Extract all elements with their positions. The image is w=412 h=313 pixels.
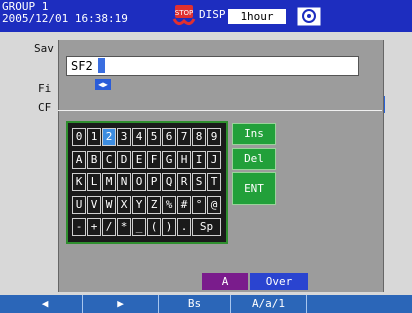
keyboard-key[interactable]: 4 (132, 128, 146, 146)
keyboard-key[interactable]: R (177, 173, 191, 191)
keyboard-key[interactable]: L (87, 173, 101, 191)
keyboard-key[interactable]: B (87, 150, 101, 169)
backspace-softkey[interactable]: Bs (158, 295, 230, 313)
interval-indicator: 1hour (228, 9, 286, 24)
cf-setting-label: CF (38, 101, 52, 114)
keyboard-key[interactable]: W (102, 195, 116, 214)
keyboard-key[interactable]: X (117, 195, 131, 214)
keyboard-key[interactable]: 2 (102, 128, 116, 146)
keyboard-key[interactable]: I (192, 150, 206, 169)
keyboard-key[interactable]: ( (147, 218, 161, 236)
text-input-field[interactable]: SF2 (66, 56, 359, 76)
keyboard-key[interactable]: U (72, 195, 86, 214)
keyboard-key[interactable]: Z (147, 195, 161, 214)
keyboard-key[interactable]: D (117, 150, 131, 169)
keyboard-key[interactable]: 0 (72, 128, 86, 146)
keyboard-key[interactable]: S (192, 173, 206, 191)
keyboard-key[interactable]: 5 (147, 128, 161, 146)
keyboard-key[interactable]: Sp (192, 218, 221, 236)
enter-key[interactable]: ENT (232, 172, 276, 205)
keyboard-key[interactable]: E (132, 150, 146, 169)
keyboard-key[interactable]: @ (207, 195, 221, 214)
keyboard-key[interactable]: V (87, 195, 101, 214)
cursor-right-softkey[interactable]: ▶ (82, 295, 158, 313)
overwrite-mode-indicator: Over (250, 273, 308, 290)
keyboard-key[interactable]: 6 (162, 128, 176, 146)
character-keyboard: 0 1 2 3 4 5 6 7 8 9 A B C D E F G H I J K L M N O P Q R S T U V W X Y Z% # ° @… (66, 121, 228, 244)
keyboard-key[interactable]: # (177, 195, 191, 214)
keyboard-key[interactable]: 9 (207, 128, 221, 146)
keyboard-key[interactable]: O (132, 173, 146, 191)
keyboard-key[interactable]: H (177, 150, 191, 169)
keyboard-key[interactable]: Q (162, 173, 176, 191)
delete-key[interactable]: Del (232, 148, 276, 170)
keyboard-key[interactable]: ° (192, 195, 206, 214)
keyboard-key[interactable]: F (147, 150, 161, 169)
keyboard-key[interactable]: 8 (192, 128, 206, 146)
keyboard-key[interactable]: / (102, 218, 116, 236)
keyboard-key[interactable]: * (117, 218, 131, 236)
keyboard-key[interactable]: P (147, 173, 161, 191)
character-mode-indicator: A (202, 273, 248, 290)
cursor-arrows-icon[interactable]: ◀▶ (95, 79, 111, 90)
keyboard-key[interactable]: 1 (87, 128, 101, 146)
insert-key[interactable]: Ins (232, 123, 276, 145)
keyboard-key[interactable]: A (72, 150, 86, 169)
keyboard-key[interactable]: T (207, 173, 221, 191)
svg-text:STOP: STOP (175, 9, 193, 17)
keyboard-key[interactable]: - (72, 218, 86, 236)
keyboard-key[interactable]: C (102, 150, 116, 169)
keyboard-key[interactable]: _ (132, 218, 146, 236)
keyboard-key[interactable]: G (162, 150, 176, 169)
keyboard-key[interactable]: Y (132, 195, 146, 214)
keyboard-key[interactable]: M (102, 173, 116, 191)
keyboard-key[interactable]: . (177, 218, 191, 236)
keyboard-key[interactable]: ) (162, 218, 176, 236)
file-setting-label: Fi (38, 82, 52, 95)
keyboard-key[interactable]: % (162, 195, 176, 214)
keyboard-key[interactable]: 7 (177, 128, 191, 146)
text-cursor (98, 58, 105, 73)
keyboard-key[interactable]: 3 (117, 128, 131, 146)
keyboard-key[interactable]: J (207, 150, 221, 169)
keyboard-key[interactable]: + (87, 218, 101, 236)
datetime-label: 2005/12/01 16:38:19 (2, 12, 128, 25)
camera-icon (296, 6, 322, 27)
keyboard-key[interactable]: N (117, 173, 131, 191)
input-mode-softkey[interactable]: A/a/1 (230, 295, 306, 313)
save-setting-label: Sav (34, 42, 54, 55)
keyboard-key[interactable]: K (72, 173, 86, 191)
disp-label: DISP (199, 8, 226, 21)
blank-softkey[interactable] (306, 295, 412, 313)
stop-icon: STOP (172, 5, 196, 26)
dialog-separator (58, 110, 382, 111)
cursor-left-softkey[interactable]: ◀ (8, 295, 82, 313)
